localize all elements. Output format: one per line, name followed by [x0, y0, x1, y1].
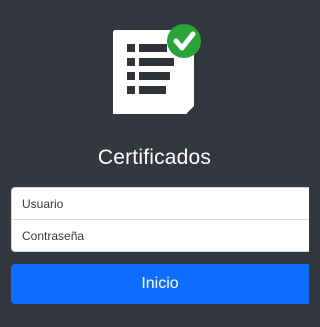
- login-button[interactable]: Inicio: [11, 264, 309, 304]
- username-input[interactable]: [11, 187, 309, 220]
- certificate-document-check-icon: [113, 24, 201, 114]
- login-screen: Certificados Inicio: [0, 0, 309, 327]
- password-input[interactable]: [11, 220, 309, 252]
- page-title: Certificados: [97, 146, 212, 169]
- login-form: [11, 187, 309, 252]
